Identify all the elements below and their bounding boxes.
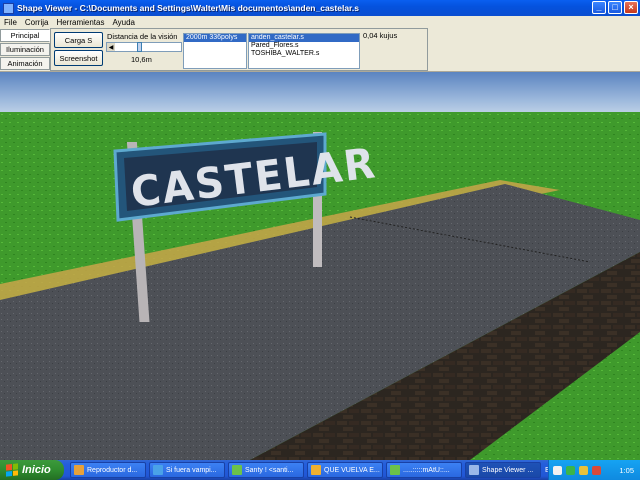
title-bar[interactable]: Shape Viewer - C:\Documents and Settings… <box>0 0 640 16</box>
volume-icon[interactable] <box>592 465 601 475</box>
start-button[interactable]: Inicio <box>0 460 64 480</box>
taskbar-item-label: Reproductor d... <box>87 466 138 474</box>
lod-list[interactable]: 2000m 336polys <box>183 33 247 69</box>
messenger-icon <box>311 465 321 475</box>
taskbar-item[interactable]: QUE VUELVA E... <box>307 462 383 478</box>
close-button[interactable]: × <box>624 1 638 14</box>
tab-animacion[interactable]: Animación <box>0 57 50 70</box>
list-item[interactable]: Pared_Flores.s <box>249 42 359 50</box>
taskbar-item-label: Si fuera vampi... <box>166 466 217 474</box>
3d-viewport[interactable]: CASTELAR <box>0 72 640 460</box>
taskbar-item-label: Santy ! <santi... <box>245 466 294 474</box>
messenger-icon <box>153 465 163 475</box>
taskbar-item[interactable]: Santy ! <santi... <box>228 462 304 478</box>
window-title: Shape Viewer - C:\Documents and Settings… <box>17 3 359 13</box>
slider-thumb[interactable] <box>137 42 142 52</box>
distance-value: 10,6m <box>131 55 152 64</box>
slider-left-arrow-icon[interactable]: ◀ <box>107 43 115 51</box>
start-label: Inicio <box>22 464 51 476</box>
tab-principal[interactable]: Principal <box>0 29 50 42</box>
network-icon[interactable] <box>553 465 562 475</box>
windows-flag-icon <box>6 463 18 477</box>
minimize-button[interactable]: _ <box>592 1 606 14</box>
load-shape-button[interactable]: Carga S <box>54 32 103 48</box>
window-controls: _ □ × <box>592 1 638 14</box>
menu-bar: File Corrija Herramientas Ayuda <box>0 16 640 28</box>
messenger-icon <box>390 465 400 475</box>
shape-viewer-icon <box>469 465 479 475</box>
menu-file[interactable]: File <box>0 18 21 27</box>
distance-slider[interactable]: ◀ <box>106 42 182 52</box>
media-player-icon <box>74 465 84 475</box>
taskbar-item-label: QUE VUELVA E... <box>324 466 380 474</box>
taskbar-item-label: .....:::::mAtU::... <box>403 466 450 474</box>
file-list[interactable]: anden_castelar.s Pared_Flores.s TOSHIBA_… <box>248 33 360 69</box>
screenshot-button[interactable]: Screenshot <box>54 50 103 66</box>
maximize-button[interactable]: □ <box>608 1 622 14</box>
list-item[interactable]: 2000m 336polys <box>184 34 246 42</box>
taskbar: Inicio Reproductor d... Si fuera vampi..… <box>0 460 640 480</box>
list-item[interactable]: TOSHIBA_WALTER.s <box>249 50 359 58</box>
menu-ayuda[interactable]: Ayuda <box>108 18 139 27</box>
messenger-icon <box>232 465 242 475</box>
messenger-tray-icon[interactable] <box>566 465 575 475</box>
sky <box>0 72 640 118</box>
principal-tab-page: Carga S Screenshot Distancia de la visió… <box>50 28 428 71</box>
control-panel: Principal Iluminación Animación Carga S … <box>0 28 640 72</box>
security-icon[interactable] <box>579 465 588 475</box>
menu-corrija[interactable]: Corrija <box>21 18 53 27</box>
taskbar-item[interactable]: Shape Viewer ... <box>465 462 541 478</box>
vertical-tabs: Principal Iluminación Animación <box>0 29 50 71</box>
menu-herramientas[interactable]: Herramientas <box>52 18 108 27</box>
app-icon <box>3 2 14 14</box>
taskbar-item-label: Shape Viewer ... <box>482 466 534 474</box>
coordinate-readout: 0,04 kujus <box>363 31 398 40</box>
taskbar-item[interactable]: .....:::::mAtU::... <box>386 462 462 478</box>
tab-iluminacion[interactable]: Iluminación <box>0 43 50 56</box>
clock: 1:05 <box>619 465 634 475</box>
taskbar-item[interactable]: Si fuera vampi... <box>149 462 225 478</box>
system-tray: 1:05 <box>548 460 640 480</box>
distance-label: Distancia de la visión <box>107 32 178 41</box>
list-item[interactable]: anden_castelar.s <box>249 34 359 42</box>
taskbar-item[interactable]: Reproductor d... <box>70 462 146 478</box>
